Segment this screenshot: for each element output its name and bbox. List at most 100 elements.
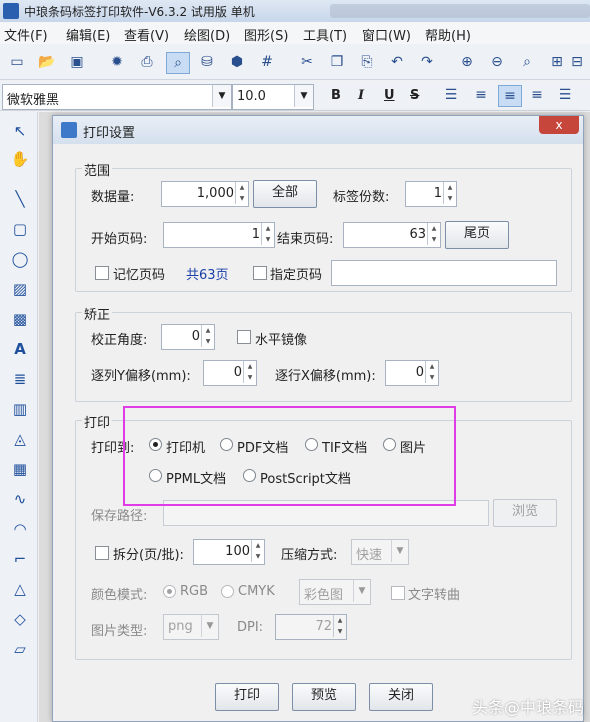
bold-button[interactable]: B xyxy=(331,88,341,103)
curve-tool-icon[interactable]: ∿ xyxy=(9,488,31,510)
menu-tools[interactable]: 工具(T) xyxy=(303,25,347,44)
zoom-in-icon[interactable]: ⊕ xyxy=(456,52,478,72)
image-type-select[interactable]: png ▼ xyxy=(163,614,219,640)
chevron-down-icon[interactable]: ▼ xyxy=(212,85,231,107)
spinner-arrows-icon[interactable]: ▲ ▼ xyxy=(443,182,456,204)
copies-stepper[interactable]: 1 ▲ ▼ xyxy=(405,181,457,207)
font-size-select[interactable]: 10.0 ▼ xyxy=(232,84,314,110)
data-link-icon[interactable]: ⬢ xyxy=(226,52,248,72)
data-qty-stepper[interactable]: 1,000 ▲ ▼ xyxy=(161,181,249,207)
image-tool-icon[interactable]: ▨ xyxy=(9,278,31,300)
pan-icon[interactable]: ✋ xyxy=(9,148,31,170)
fit-page-icon[interactable]: ⊞ xyxy=(546,52,568,72)
chevron-down-icon[interactable]: ▼ xyxy=(294,85,313,107)
shape-tool-icon[interactable]: ◬ xyxy=(9,428,31,450)
spinner-arrows-icon[interactable]: ▲ ▼ xyxy=(251,540,264,562)
end-page-stepper[interactable]: 63 ▲ ▼ xyxy=(343,222,441,248)
open-icon[interactable]: 📂 xyxy=(36,52,58,72)
text-to-curve-checkbox[interactable] xyxy=(391,586,405,600)
chevron-down-icon[interactable]: ▼ xyxy=(391,540,408,562)
split-checkbox[interactable] xyxy=(95,546,109,560)
dpi-stepper[interactable]: 72 ▲ ▼ xyxy=(275,614,347,640)
spinner-arrows-icon[interactable]: ▲ ▼ xyxy=(261,223,274,245)
polygon-tool-icon[interactable]: ⌐ xyxy=(9,548,31,570)
pointer-icon[interactable]: ↖ xyxy=(9,120,31,142)
spinner-arrows-icon[interactable]: ▲ ▼ xyxy=(201,325,214,347)
compress-select[interactable]: 快速 ▼ xyxy=(351,539,409,565)
grid-icon[interactable]: # xyxy=(256,52,278,72)
align-left-icon[interactable]: ☰ xyxy=(440,85,462,105)
diamond-tool-icon[interactable]: ◇ xyxy=(9,608,31,630)
copy-icon[interactable]: ❐ xyxy=(326,52,348,72)
close-button[interactable]: 关闭 xyxy=(369,683,433,711)
zoom-out-icon[interactable]: ⊖ xyxy=(486,52,508,72)
undo-icon[interactable]: ↶ xyxy=(386,52,408,72)
col-offset-stepper[interactable]: 0 ▲ ▼ xyxy=(203,360,257,386)
align-center-icon[interactable]: ≡ xyxy=(498,85,522,107)
last-page-button[interactable]: 尾页 xyxy=(445,221,509,249)
image-type-label: 图片类型: xyxy=(91,624,148,639)
settings-icon[interactable]: ✹ xyxy=(106,52,128,72)
spinner-arrows-icon[interactable]: ▲ ▼ xyxy=(235,182,248,204)
text-to-curve-label: 文字转曲 xyxy=(408,588,461,603)
chevron-down-icon[interactable]: ▼ xyxy=(353,580,370,602)
align-left-icon[interactable]: ≡ xyxy=(470,85,492,105)
zoom-icon[interactable]: ⌕ xyxy=(516,52,538,72)
menu-draw[interactable]: 绘图(D) xyxy=(184,25,230,44)
spinner-arrows-icon[interactable]: ▲ ▼ xyxy=(425,361,438,383)
color-select[interactable]: 彩色图 ▼ xyxy=(299,579,371,605)
angle-stepper[interactable]: 0 ▲ ▼ xyxy=(161,324,215,350)
database-icon[interactable]: ⛁ xyxy=(196,52,218,72)
all-button[interactable]: 全部 xyxy=(253,180,317,208)
menu-shape[interactable]: 图形(S) xyxy=(244,25,288,44)
parallelogram-tool-icon[interactable]: ▱ xyxy=(9,638,31,660)
barcode-tool-icon[interactable]: ▥ xyxy=(9,398,31,420)
remember-page-checkbox[interactable] xyxy=(95,266,109,280)
strikethrough-button[interactable]: S xyxy=(410,88,419,103)
picture-tool-icon[interactable]: ▩ xyxy=(9,308,31,330)
rich-text-tool-icon[interactable]: ≣ xyxy=(9,368,31,390)
start-page-stepper[interactable]: 1 ▲ ▼ xyxy=(163,222,275,248)
browse-button[interactable]: 浏览 xyxy=(493,499,557,527)
preview-button[interactable]: 预览 xyxy=(292,683,356,711)
underline-button[interactable]: U xyxy=(384,88,395,103)
line-tool-icon[interactable]: ╲ xyxy=(9,188,31,210)
row-offset-stepper[interactable]: 0 ▲ ▼ xyxy=(385,360,439,386)
cut-icon[interactable]: ✂ xyxy=(296,52,318,72)
save-icon[interactable]: ▣ xyxy=(66,52,88,72)
print-preview-icon[interactable]: ⌕ xyxy=(166,52,190,74)
specify-page-input[interactable] xyxy=(331,260,557,286)
close-icon[interactable]: x xyxy=(539,116,579,134)
split-stepper[interactable]: 100 ▲ ▼ xyxy=(193,539,265,565)
paste-icon[interactable]: ⎘ xyxy=(356,52,378,72)
arc-tool-icon[interactable]: ◠ xyxy=(9,518,31,540)
spinner-arrows-icon[interactable]: ▲ ▼ xyxy=(243,361,256,383)
menu-window[interactable]: 窗口(W) xyxy=(362,25,411,44)
spinner-arrows-icon[interactable]: ▲ ▼ xyxy=(427,223,440,245)
redo-icon[interactable]: ↷ xyxy=(416,52,438,72)
chevron-down-icon[interactable]: ▼ xyxy=(201,615,218,637)
print-button[interactable]: 打印 xyxy=(215,683,279,711)
align-justify-icon[interactable]: ☰ xyxy=(554,85,576,105)
spinner-arrows-icon[interactable]: ▲ ▼ xyxy=(333,615,346,637)
rectangle-tool-icon[interactable]: ▢ xyxy=(9,218,31,240)
mirror-checkbox[interactable] xyxy=(237,330,251,344)
italic-button[interactable]: I xyxy=(358,88,364,103)
font-family-select[interactable]: 微软雅黑 ▼ xyxy=(2,84,232,110)
text-tool-icon[interactable]: A xyxy=(9,338,31,360)
menu-help[interactable]: 帮助(H) xyxy=(425,25,471,44)
triangle-tool-icon[interactable]: △ xyxy=(9,578,31,600)
menu-edit[interactable]: 编辑(E) xyxy=(66,25,110,44)
actual-size-icon[interactable]: ⊟ xyxy=(566,52,588,72)
ellipse-tool-icon[interactable]: ◯ xyxy=(9,248,31,270)
new-icon[interactable]: ▭ xyxy=(6,52,28,72)
qrcode-tool-icon[interactable]: ▦ xyxy=(9,458,31,480)
menu-file[interactable]: 文件(F) xyxy=(4,25,48,44)
print-icon[interactable]: ⎙ xyxy=(136,52,158,72)
specify-page-checkbox[interactable] xyxy=(253,266,267,280)
radio-rgb[interactable] xyxy=(163,585,176,598)
align-right-icon[interactable]: ≡ xyxy=(526,85,548,105)
menu-view[interactable]: 查看(V) xyxy=(124,25,169,44)
dialog-title: 打印设置 xyxy=(83,126,136,141)
radio-cmyk[interactable] xyxy=(221,585,234,598)
